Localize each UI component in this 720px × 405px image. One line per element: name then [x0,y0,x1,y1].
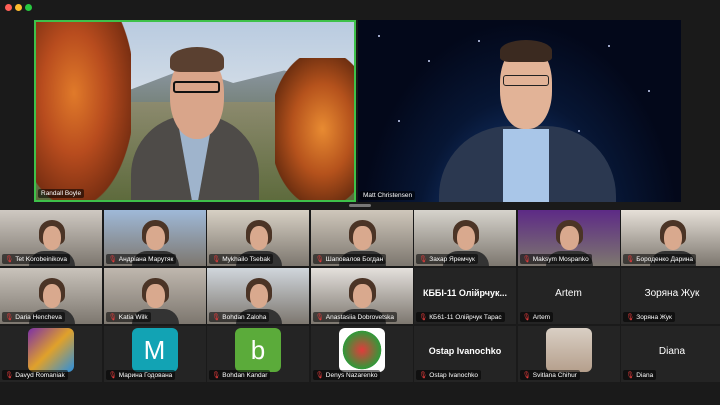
participant-tile[interactable]: 🎙 Mykhailo Tsebak [207,210,309,266]
participant-display-name: Зоряна Жук [644,288,700,300]
participant-tile[interactable]: Diana 🎙 Diana [621,326,720,382]
close-window-button[interactable] [5,4,12,11]
participant-name-label: 🎙 Katia Wilk [105,312,151,322]
participant-name-label: 🎙 Bohdan Zaloha [209,312,270,322]
participant-name-label: Matt Christensen [360,191,416,200]
avatar-letter: M [131,328,178,372]
muted-mic-icon: 🎙 [108,256,117,263]
muted-mic-icon: 🎙 [522,372,531,379]
muted-mic-icon: 🎙 [212,372,221,379]
participant-tile[interactable]: 🎙 Katia Wilk [103,268,206,324]
muted-mic-icon: 🎙 [5,256,14,263]
participant-name-label: 🎙 Бороденко Дарина [623,254,697,264]
participant-tile[interactable]: 🎙 Davyd Romaniak [0,326,102,382]
participant-tile[interactable]: 🎙 Bohdan Zaloha [207,268,309,324]
minimize-window-button[interactable] [15,4,22,11]
muted-mic-icon: 🎙 [212,314,221,321]
muted-mic-icon: 🎙 [522,314,531,321]
zoom-window-button[interactable] [25,4,32,11]
avatar-letter: b [235,328,281,372]
muted-mic-icon: 🎙 [212,256,221,263]
participant-name-label: 🎙 Daria Hencheva [2,312,65,322]
participant-name-label: 🎙 Tet Korobeinikova [2,254,70,264]
muted-mic-icon: 🎙 [5,314,14,321]
gallery-drag-handle[interactable] [349,204,371,207]
muted-mic-icon: 🎙 [108,314,117,321]
participant-tile[interactable]: 🎙 Maksym Mospanko [517,210,620,266]
participant-tile[interactable]: 🎙 Шаповалов Богдан [310,210,413,266]
participant-name-label: 🎙 Bohdan Kandar [209,370,271,380]
participant-tile[interactable]: 🎙 Anastasiia Dobrovetska [310,268,413,324]
participant-name-label: 🎙 Ostap Ivanochko [416,370,482,380]
speaker-tile[interactable]: Matt Christensen [358,20,681,202]
participant-tile[interactable]: b 🎙 Bohdan Kandar [207,326,309,382]
participant-display-name: Artem [555,288,582,300]
window-titlebar [0,0,720,14]
participant-name-label: 🎙 Шаповалов Богдан [312,254,387,264]
participant-tile[interactable]: 🎙 Daria Hencheva [0,268,102,324]
participant-name-label: 🎙 Mykhailo Tsebak [209,254,274,264]
participant-tile[interactable]: Artem 🎙 Artem [517,268,620,324]
muted-mic-icon: 🎙 [108,372,117,379]
participant-name-label: Randall Boyle [38,189,85,198]
participant-name-label: 🎙 Maksym Mospanko [519,254,592,264]
profile-picture [28,328,74,372]
muted-mic-icon: 🎙 [626,372,635,379]
muted-mic-icon: 🎙 [315,256,324,263]
speaker-tile-active[interactable]: Randall Boyle [34,20,356,202]
participant-tile[interactable]: КББІ-11 Олійрчук... 🎙 КБ61-11 Олійрчук Тар… [414,268,516,324]
muted-mic-icon: 🎙 [315,372,324,379]
participant-name-label: 🎙 Diana [623,370,657,380]
participant-name-label: 🎙 Denys Nazarenko [312,370,381,380]
participant-tile[interactable]: Зоряна Жук 🎙 Зоряна Жук [621,268,720,324]
participant-tile[interactable]: Ostap Ivanochko 🎙 Ostap Ivanochko [414,326,516,382]
muted-mic-icon: 🎙 [419,372,428,379]
participant-display-name: КББІ-11 Олійрчук... [422,288,508,299]
participant-tile[interactable]: 🎙 Бороденко Дарина [621,210,720,266]
participant-tile[interactable]: 🎙 Denys Nazarenko [310,326,413,382]
participant-name-label: 🎙 КБ61-11 Олійрчук Тарас [416,312,505,322]
muted-mic-icon: 🎙 [626,314,635,321]
participant-name-label: 🎙 Зоряна Жук [623,312,675,322]
muted-mic-icon: 🎙 [522,256,531,263]
muted-mic-icon: 🎙 [5,372,14,379]
profile-picture [338,328,385,372]
participant-name-label: 🎙 Захар Яремчук [416,254,478,264]
participant-tile[interactable]: 🎙 Svitlana Chihur [517,326,620,382]
muted-mic-icon: 🎙 [626,256,635,263]
participant-name-label: 🎙 Davyd Romaniak [2,370,68,380]
participant-tile[interactable]: 🎙 Андріана Марутяк [103,210,206,266]
muted-mic-icon: 🎙 [419,256,428,263]
profile-picture [545,328,592,372]
participant-display-name: Diana [658,346,686,358]
participant-name-label: 🎙 Марина Годована [105,370,176,380]
participant-name-label: 🎙 Андріана Марутяк [105,254,177,264]
participant-display-name: Ostap Ivanochko [428,346,502,357]
muted-mic-icon: 🎙 [315,314,324,321]
muted-mic-icon: 🎙 [419,314,428,321]
participant-name-label: 🎙 Artem [519,312,554,322]
participant-name-label: 🎙 Svitlana Chihur [519,370,580,380]
participant-tile[interactable]: 🎙 Захар Яремчук [414,210,516,266]
participant-tile[interactable]: M 🎙 Марина Годована [103,326,206,382]
participant-tile[interactable]: 🎙 Tet Korobeinikova [0,210,102,266]
participant-name-label: 🎙 Anastasiia Dobrovetska [312,312,398,322]
